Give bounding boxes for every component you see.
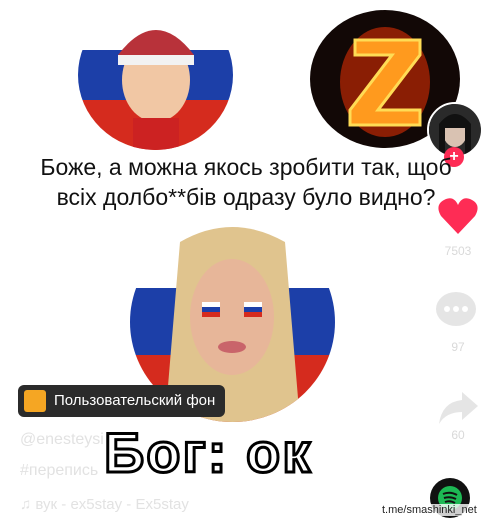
custom-background-label: Пользовательский фон — [54, 392, 216, 409]
caption-line-1: Боже, а можна якось зробити так, щоб — [40, 154, 452, 180]
custom-background-chip[interactable]: Пользовательский фон — [18, 385, 226, 417]
sparkle-icon — [24, 390, 46, 412]
username[interactable]: @enesteysi — [20, 431, 104, 449]
caption-line-2: всіх долбо**бів одразу було видно? — [56, 184, 436, 210]
watermark-text: t.me/smashinki_net — [378, 504, 481, 516]
share-icon[interactable] — [436, 388, 480, 428]
comment-count: 97 — [451, 340, 465, 354]
music-track[interactable]: ♫ вук - ex5stay - Ex5stay — [20, 496, 189, 513]
comment-icon[interactable] — [433, 288, 479, 334]
caption-text: Боже, а можна якось зробити так, щоб всі… — [0, 152, 492, 212]
avatar-flag-child — [78, 0, 233, 150]
like-count: 7503 — [444, 244, 472, 258]
hashtag[interactable]: #перепись — [20, 462, 98, 480]
overlay-big-text: Бог: ок — [102, 420, 313, 486]
heart-icon[interactable] — [436, 194, 480, 238]
share-count: 60 — [451, 428, 465, 442]
